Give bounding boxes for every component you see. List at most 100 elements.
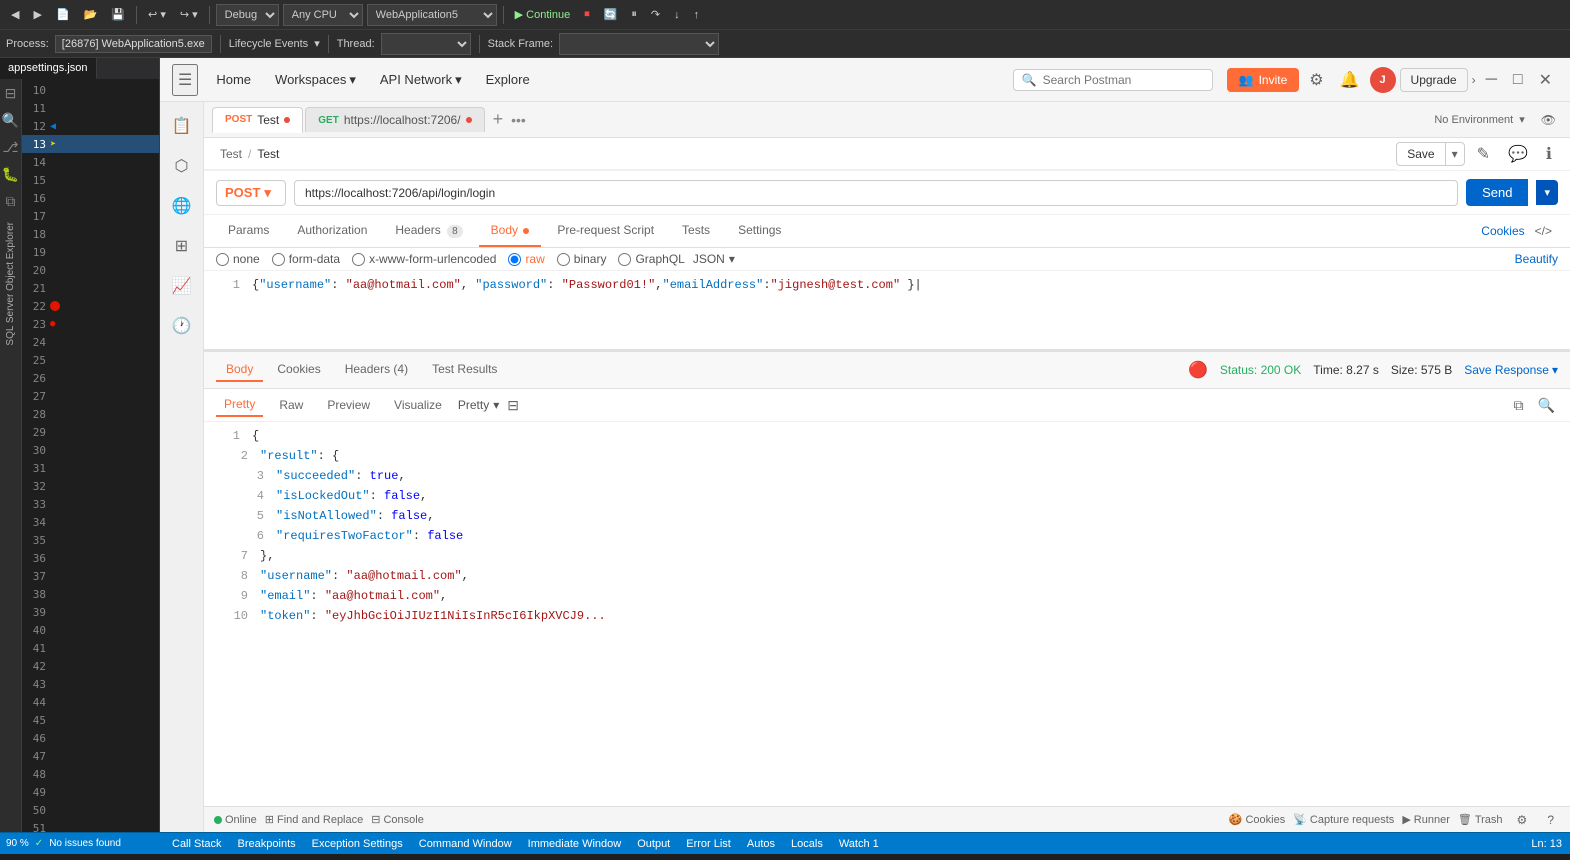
save-action-btn[interactable]: Save bbox=[1397, 143, 1444, 165]
format-formdata[interactable]: form-data bbox=[272, 252, 340, 266]
nav-back-btn[interactable]: ◀ bbox=[6, 6, 24, 23]
redo-btn[interactable]: ↪ ▾ bbox=[175, 6, 203, 23]
env-settings-btn[interactable]: 👁 bbox=[1535, 109, 1562, 131]
req-tab-tests[interactable]: Tests bbox=[670, 215, 722, 247]
code-view-btn[interactable]: </> bbox=[1529, 224, 1558, 238]
nav-explore[interactable]: Explore bbox=[476, 68, 540, 91]
pm-tab-post-test[interactable]: POST Test bbox=[212, 107, 303, 133]
send-dropdown-btn[interactable]: ▾ bbox=[1536, 180, 1558, 205]
sql-icon[interactable]: SQL Server Object Explorer bbox=[5, 218, 16, 350]
pm-request-code-editor[interactable]: 1 {"username": "aa@hotmail.com", "passwo… bbox=[204, 271, 1570, 351]
pause-btn[interactable]: ⏸ bbox=[626, 6, 642, 23]
vs-appsettings-tab[interactable]: appsettings.json bbox=[0, 58, 97, 79]
invite-btn[interactable]: 👥 Invite bbox=[1227, 68, 1300, 92]
req-tab-auth[interactable]: Authorization bbox=[285, 215, 379, 247]
resp-fmt-preview[interactable]: Preview bbox=[319, 394, 378, 416]
search-input[interactable] bbox=[1043, 73, 1204, 87]
step-over-btn[interactable]: ↷ bbox=[646, 6, 665, 23]
resp-tab-body[interactable]: Body bbox=[216, 358, 263, 382]
url-input[interactable] bbox=[294, 180, 1458, 206]
statusbar-find-replace[interactable]: ⊞ Find and Replace bbox=[265, 813, 363, 826]
stackframe-select[interactable] bbox=[559, 33, 719, 55]
save-btn[interactable]: 💾 bbox=[106, 6, 130, 23]
statusbar-capture[interactable]: 📡 Capture requests bbox=[1293, 813, 1394, 826]
nav-api-network[interactable]: API Network ▾ bbox=[370, 68, 472, 92]
statusbar-trash[interactable]: 🗑 Trash bbox=[1458, 813, 1503, 826]
extensions-icon[interactable]: ⧉ bbox=[4, 191, 18, 212]
json-type-select[interactable]: JSON ▾ bbox=[693, 252, 735, 266]
format-binary[interactable]: binary bbox=[557, 252, 607, 266]
copy-response-btn[interactable]: ⧉ bbox=[1511, 394, 1527, 417]
send-btn[interactable]: Send bbox=[1466, 179, 1528, 206]
callstack-tab[interactable]: Call Stack bbox=[168, 838, 226, 850]
nav-fwd-btn[interactable]: ▶ bbox=[28, 6, 46, 23]
app-select[interactable]: WebApplication5 bbox=[367, 4, 497, 26]
comment-btn[interactable]: 💬 bbox=[1502, 140, 1534, 168]
apis-icon[interactable]: ⬡ bbox=[166, 150, 198, 182]
edit-name-btn[interactable]: ✎ bbox=[1471, 140, 1496, 168]
info-btn[interactable]: ℹ bbox=[1540, 140, 1558, 168]
statusbar-runner[interactable]: ▶ Runner bbox=[1402, 813, 1450, 826]
collections-icon[interactable]: 📋 bbox=[166, 110, 198, 142]
postman-menu-btn[interactable]: ☰ bbox=[172, 64, 198, 96]
monitors-icon[interactable]: 📈 bbox=[166, 270, 198, 302]
req-tab-settings[interactable]: Settings bbox=[726, 215, 793, 247]
save-dropdown-icon[interactable]: ▾ bbox=[1445, 143, 1464, 165]
format-raw[interactable]: raw bbox=[508, 252, 544, 266]
resp-fmt-raw[interactable]: Raw bbox=[271, 394, 311, 416]
format-graphql[interactable]: GraphQL bbox=[618, 252, 684, 266]
step-out-btn[interactable]: ↑ bbox=[689, 7, 705, 23]
notifications-btn[interactable]: 🔔 bbox=[1334, 66, 1366, 94]
format-urlencoded[interactable]: x-www-form-urlencoded bbox=[352, 252, 496, 266]
req-tab-headers[interactable]: Headers 8 bbox=[383, 215, 474, 247]
more-tabs-btn[interactable]: ••• bbox=[511, 112, 526, 128]
add-tab-btn[interactable]: + bbox=[487, 109, 510, 130]
statusbar-console[interactable]: ⊟ Console bbox=[371, 813, 424, 826]
cookies-link[interactable]: Cookies bbox=[1481, 224, 1524, 238]
breakpoints-tab[interactable]: Breakpoints bbox=[234, 838, 300, 850]
new-file-btn[interactable]: 📄 bbox=[51, 6, 75, 23]
thread-select[interactable] bbox=[381, 33, 471, 55]
debug-config-select[interactable]: Debug bbox=[216, 4, 279, 26]
undo-btn[interactable]: ↩ ▾ bbox=[143, 6, 171, 23]
restart-btn[interactable]: 🔄 bbox=[599, 6, 623, 23]
watch1-tab[interactable]: Watch 1 bbox=[835, 838, 883, 850]
command-window-tab[interactable]: Command Window bbox=[415, 838, 516, 850]
open-btn[interactable]: 📂 bbox=[79, 6, 103, 23]
locals-tab[interactable]: Locals bbox=[787, 838, 827, 850]
resp-tab-cookies[interactable]: Cookies bbox=[267, 358, 330, 382]
upgrade-btn[interactable]: Upgrade bbox=[1400, 68, 1468, 92]
autos-tab[interactable]: Autos bbox=[743, 838, 779, 850]
resp-tab-headers[interactable]: Headers (4) bbox=[335, 358, 418, 382]
resp-json-select[interactable]: Pretty ▾ bbox=[458, 398, 499, 412]
continue-btn[interactable]: ▶ Continue bbox=[510, 6, 576, 23]
stop-btn[interactable]: ⏹ bbox=[579, 6, 595, 23]
resp-fmt-pretty[interactable]: Pretty bbox=[216, 393, 263, 417]
window-controls-max[interactable]: □ bbox=[1507, 67, 1529, 93]
immediate-tab[interactable]: Immediate Window bbox=[524, 838, 626, 850]
settings-btn[interactable]: ⚙ bbox=[1303, 66, 1329, 94]
window-controls-min[interactable]: ─ bbox=[1480, 67, 1503, 93]
nav-workspaces[interactable]: Workspaces ▾ bbox=[265, 68, 366, 92]
explorer-icon[interactable]: ⊟ bbox=[3, 83, 19, 104]
output-tab[interactable]: Output bbox=[633, 838, 674, 850]
beautify-btn[interactable]: Beautify bbox=[1515, 252, 1558, 266]
search-response-btn[interactable]: 🔍 bbox=[1535, 394, 1558, 417]
req-tab-body[interactable]: Body bbox=[479, 215, 542, 247]
pm-tab-get-localhost[interactable]: GET https://localhost:7206/ bbox=[305, 107, 484, 132]
cpu-select[interactable]: Any CPU bbox=[283, 4, 363, 26]
resp-tab-testresults[interactable]: Test Results bbox=[422, 358, 507, 382]
statusbar-cookies[interactable]: 🍪 Cookies bbox=[1229, 813, 1285, 826]
exception-tab[interactable]: Exception Settings bbox=[308, 838, 407, 850]
environments-icon[interactable]: 🌐 bbox=[166, 190, 198, 222]
statusbar-settings-btn[interactable]: ⚙ bbox=[1511, 809, 1534, 831]
window-controls-close[interactable]: ✕ bbox=[1533, 66, 1558, 94]
resp-fmt-visualize[interactable]: Visualize bbox=[386, 394, 450, 416]
format-none[interactable]: none bbox=[216, 252, 260, 266]
git-icon[interactable]: ⎇ bbox=[0, 137, 20, 158]
statusbar-help-btn[interactable]: ? bbox=[1541, 809, 1560, 831]
history-icon[interactable]: 🕐 bbox=[166, 310, 198, 342]
search-vs-icon[interactable]: 🔍 bbox=[0, 110, 21, 131]
req-tab-params[interactable]: Params bbox=[216, 215, 281, 247]
error-list-tab[interactable]: Error List bbox=[682, 838, 735, 850]
